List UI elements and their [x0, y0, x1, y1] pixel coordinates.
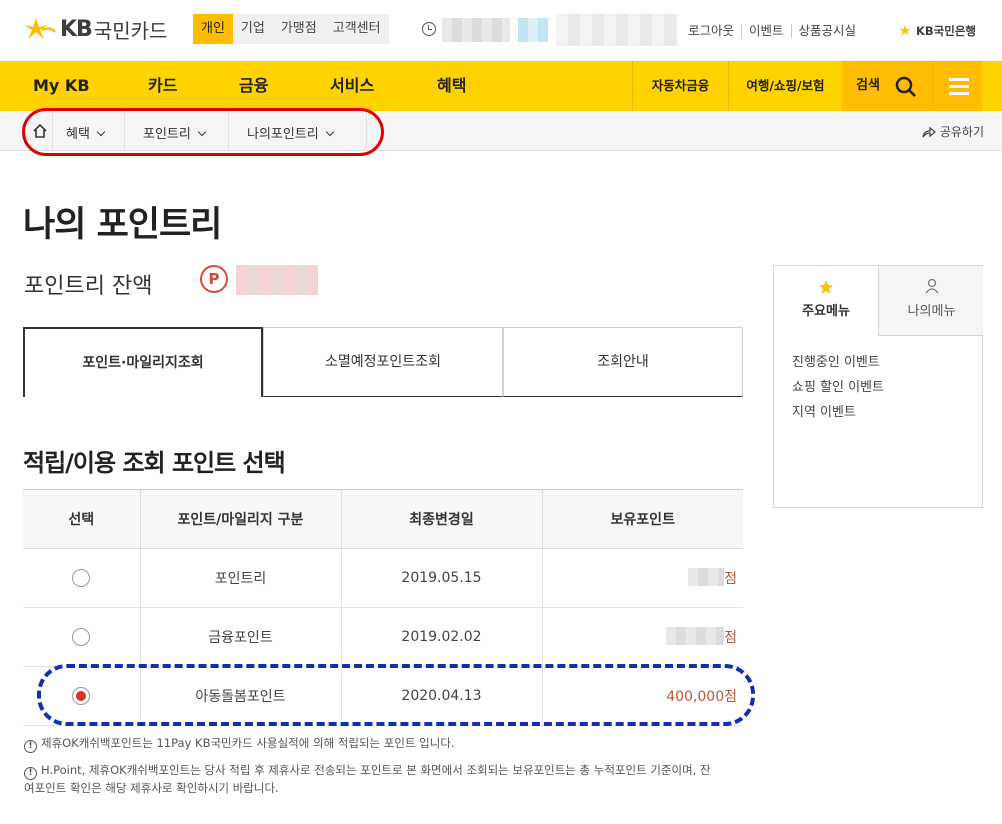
segment-support[interactable]: 고객센터	[325, 14, 389, 44]
search-button[interactable]: 검색	[842, 61, 932, 111]
logout-link[interactable]: 로그아웃	[688, 24, 741, 38]
top-header: KB 국민카드 개인 기업 가맹점 고객센터 로그아웃 이벤트 상품공시실 KB…	[0, 0, 1002, 60]
kb-star-small-icon	[899, 25, 911, 36]
point-radio-pointree[interactable]	[72, 569, 91, 587]
tab-expiring-points[interactable]: 소멸예정포인트조회	[263, 327, 503, 397]
page-title: 나의 포인트리	[23, 205, 222, 245]
point-type-cell: 금융포인트	[139, 607, 341, 667]
table-row[interactable]: 포인트리 2019.05.15 점	[23, 548, 743, 608]
tab-point-mileage-inquiry[interactable]: 포인트·마일리지조회	[23, 327, 263, 397]
red-annotation-oval	[22, 108, 384, 156]
nav-benefit[interactable]: 혜택	[437, 61, 466, 111]
nav-service[interactable]: 서비스	[330, 61, 374, 111]
note-ok-cashbag: ! 제휴OK캐쉬백포인트는 11Pay KB국민카드 사용실적에 의해 적립되는 …	[24, 735, 455, 753]
masked-user-info	[442, 18, 510, 42]
point-tabs: 포인트·마일리지조회 소멸예정포인트조회 조회안내	[23, 327, 743, 397]
masked-balance-value	[236, 265, 318, 295]
search-label: 검색	[856, 78, 880, 93]
bank-link-label: KB국민은행	[916, 24, 976, 38]
table-header-row: 선택 포인트/마일리지 구분 최종변경일 보유포인트	[23, 489, 743, 549]
kb-bank-link[interactable]: KB국민은행	[898, 23, 976, 39]
side-link-local-events[interactable]: 지역 이벤트	[792, 400, 884, 425]
side-link-shopping-discount[interactable]: 쇼핑 할인 이벤트	[792, 375, 884, 400]
table-row[interactable]: 금융포인트 2019.02.02 점	[23, 607, 743, 667]
note-text-continued: 여포인트 확인은 해당 제휴사로 확인하시기 바랍니다.	[24, 781, 279, 795]
side-tab-my-label: 나의메뉴	[907, 304, 956, 319]
note-text: 제휴OK캐쉬백포인트는 11Pay KB국민카드 사용실적에 의해 적립되는 포…	[41, 736, 455, 750]
top-utility-links: 로그아웃 이벤트 상품공시실	[688, 24, 863, 38]
amount-cell: 점	[541, 607, 743, 667]
kb-card-logo[interactable]: KB 국민카드	[22, 14, 167, 44]
nav-travel-shopping[interactable]: 여행/쇼핑/보험	[728, 61, 842, 111]
col-select: 선택	[23, 489, 140, 549]
blue-annotation-oval	[37, 664, 755, 726]
exclamation-icon: !	[24, 767, 37, 780]
share-icon	[922, 126, 937, 138]
note-h-point: ! H.Point, 제휴OK캐쉬백포인트는 당사 적립 후 제휴사로 전송되는 …	[24, 762, 744, 797]
brand-kb: KB	[60, 16, 93, 42]
side-tab-my-menu[interactable]: 나의메뉴	[878, 266, 983, 336]
nav-mykb[interactable]: My KB	[33, 61, 90, 111]
side-tab-main-menu[interactable]: 주요메뉴	[774, 266, 878, 336]
amount-unit: 점	[724, 571, 737, 587]
masked-user-name	[556, 14, 678, 46]
point-type-cell: 포인트리	[139, 548, 341, 608]
side-menu-list: 진행중인 이벤트 쇼핑 할인 이벤트 지역 이벤트	[792, 350, 884, 425]
segment-switcher: 개인 기업 가맹점 고객센터	[193, 14, 389, 44]
point-badge-icon: P	[200, 265, 228, 293]
segment-merchant[interactable]: 가맹점	[273, 14, 325, 44]
note-text: H.Point, 제휴OK캐쉬백포인트는 당사 적립 후 제휴사로 전송되는 포…	[41, 763, 711, 777]
col-last-changed: 최종변경일	[340, 489, 542, 549]
share-label: 공유하기	[939, 125, 984, 139]
share-button[interactable]: 공유하기	[922, 123, 984, 140]
kb-star-logo-icon	[24, 18, 56, 39]
event-link[interactable]: 이벤트	[741, 24, 791, 38]
section-title: 적립/이용 조회 포인트 선택	[23, 449, 286, 477]
date-cell: 2019.05.15	[340, 548, 542, 608]
amount-cell: 점	[541, 548, 743, 608]
col-points-held: 보유포인트	[541, 489, 743, 549]
exclamation-icon: !	[24, 740, 37, 753]
nav-card[interactable]: 카드	[148, 61, 177, 111]
amount-unit: 점	[724, 630, 737, 646]
clock-icon	[422, 22, 436, 36]
side-tab-main-label: 주요메뉴	[802, 304, 850, 319]
masked-user-badge	[518, 18, 548, 42]
col-point-type: 포인트/마일리지 구분	[139, 489, 341, 549]
nav-auto-finance[interactable]: 자동차금융	[632, 61, 728, 111]
date-cell: 2019.02.02	[340, 607, 542, 667]
balance-label: 포인트리 잔액	[24, 274, 153, 299]
hamburger-icon[interactable]	[932, 61, 982, 111]
side-menu-panel: 주요메뉴 나의메뉴 진행중인 이벤트 쇼핑 할인 이벤트 지역 이벤트	[773, 265, 983, 508]
person-icon	[925, 278, 939, 294]
segment-personal[interactable]: 개인	[193, 14, 233, 44]
brand-name: 국민카드	[93, 18, 168, 43]
search-icon	[895, 76, 916, 97]
main-navigation: My KB 카드 금융 서비스 혜택 자동차금융 여행/쇼핑/보험 검색	[0, 61, 1002, 111]
side-link-ongoing-events[interactable]: 진행중인 이벤트	[792, 350, 884, 375]
product-disclosure-link[interactable]: 상품공시실	[790, 24, 864, 38]
segment-business[interactable]: 기업	[233, 14, 273, 44]
point-radio-finance[interactable]	[72, 628, 91, 646]
nav-finance[interactable]: 금융	[239, 61, 268, 111]
tab-inquiry-guide[interactable]: 조회안내	[503, 327, 743, 397]
star-icon	[819, 280, 833, 294]
